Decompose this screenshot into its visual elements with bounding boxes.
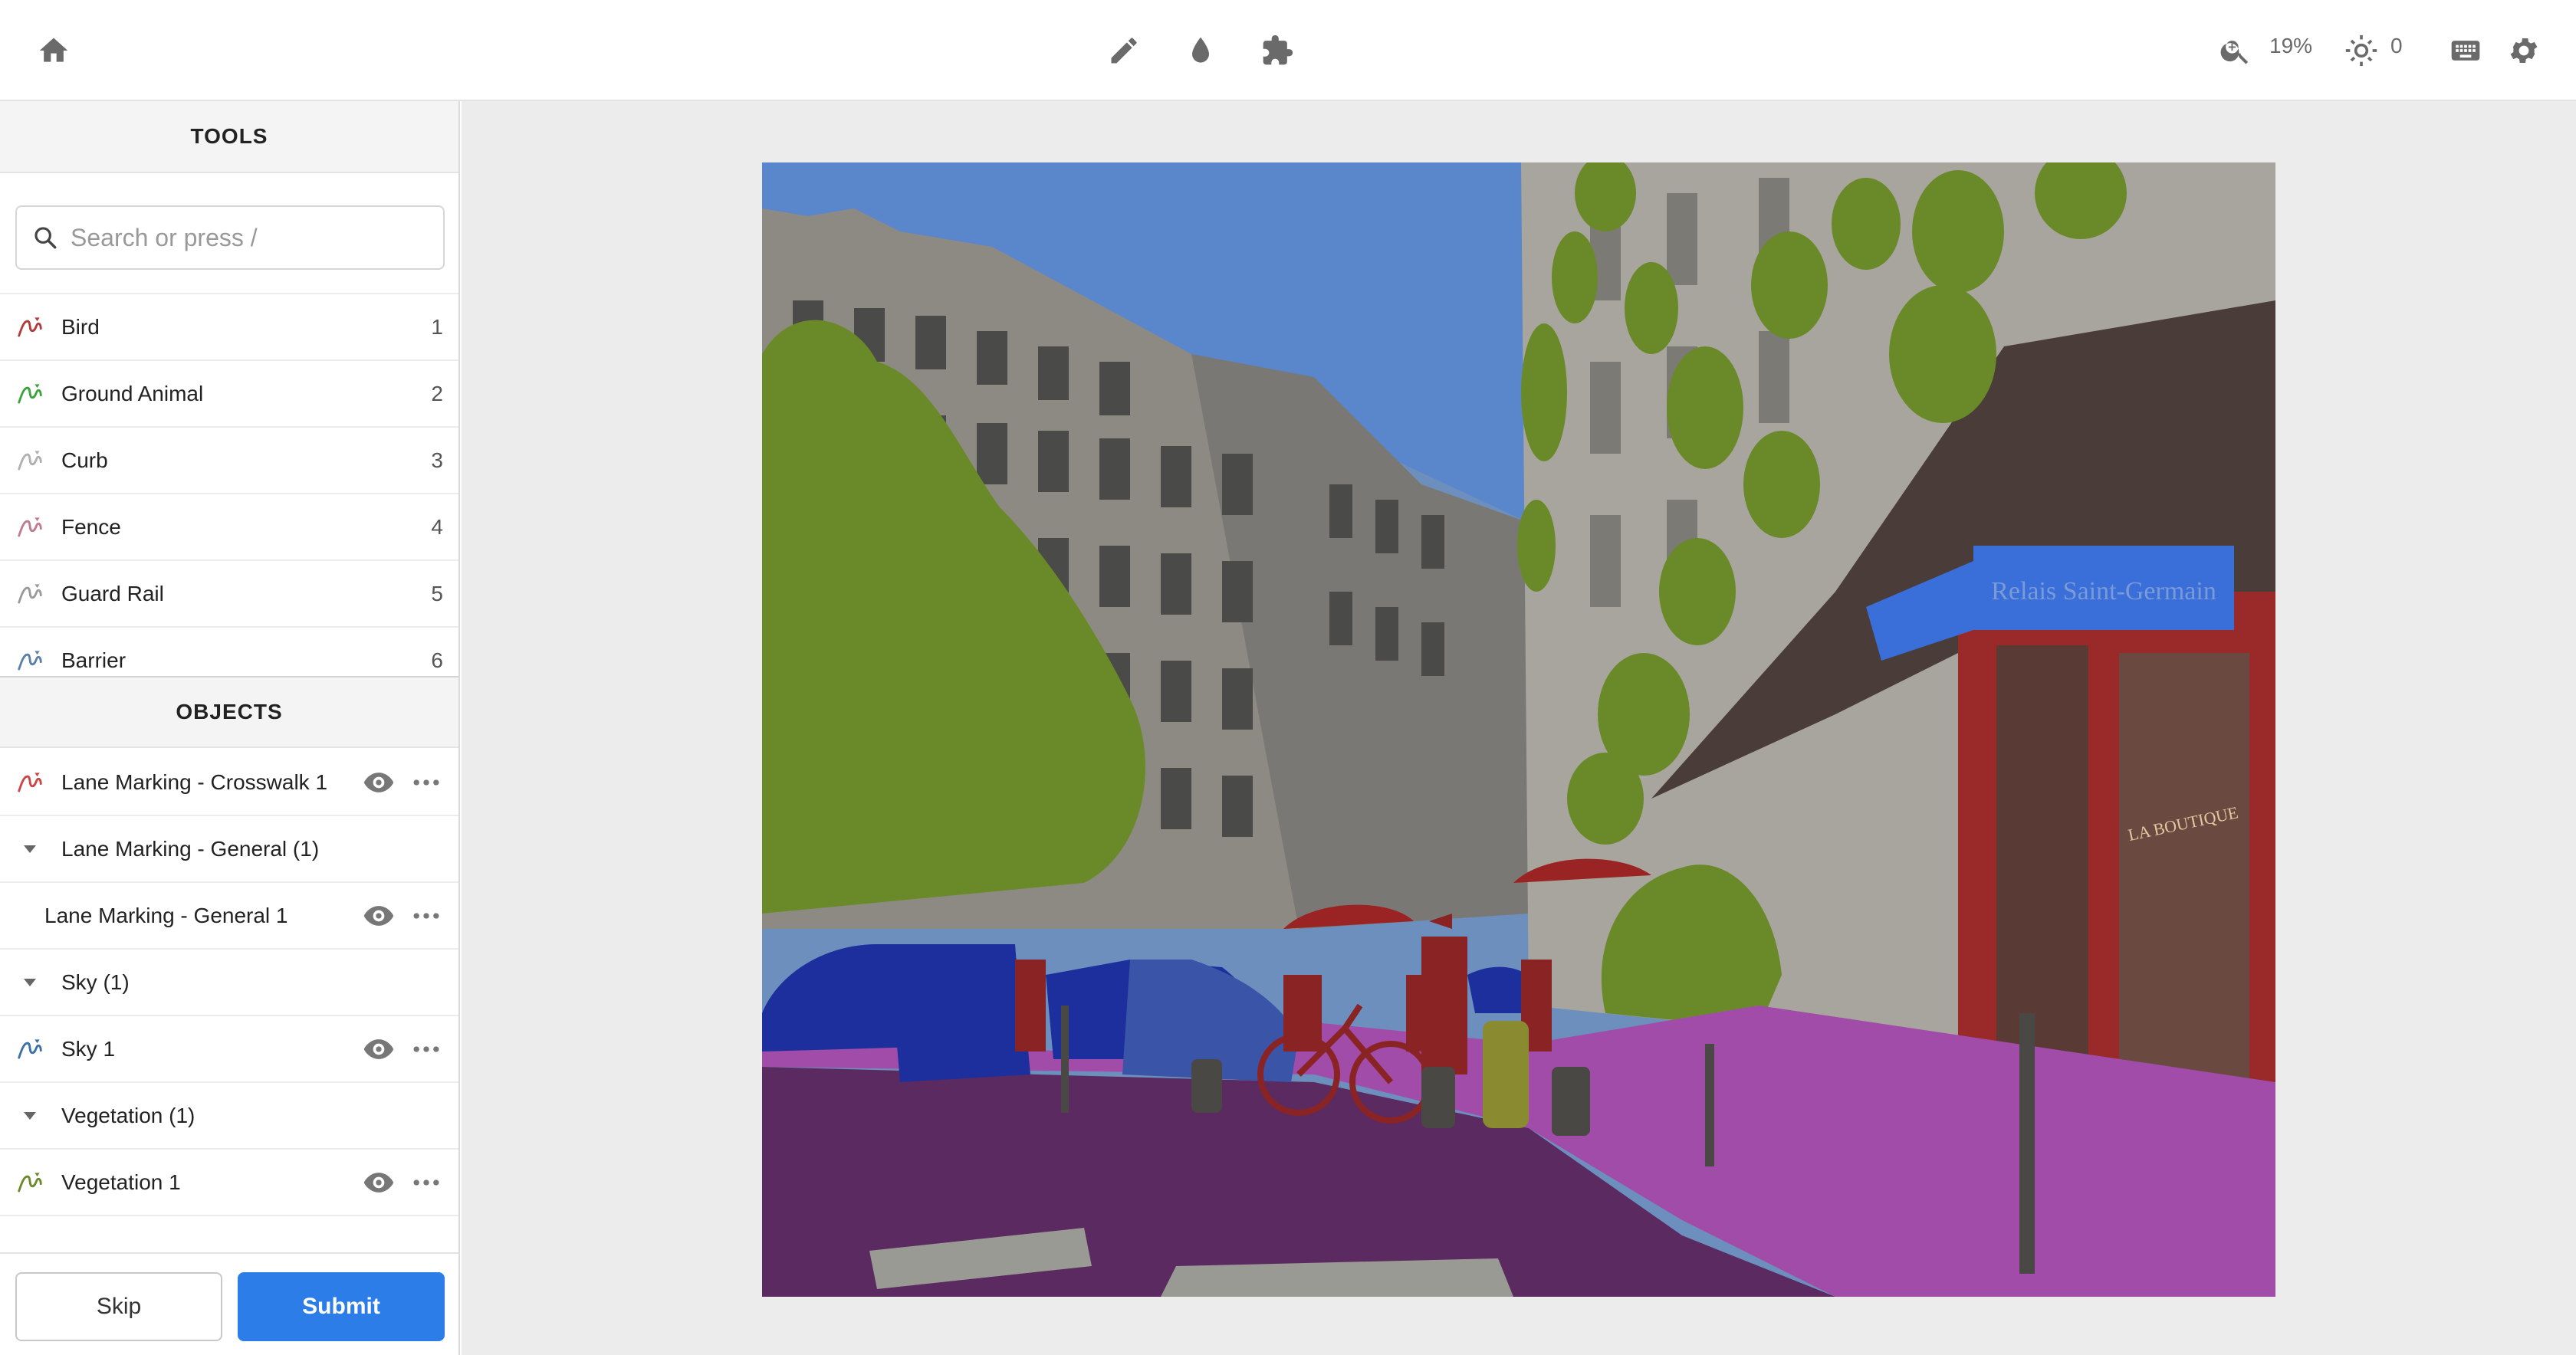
tool-item-bird[interactable]: Bird 1 <box>0 294 458 361</box>
home-button[interactable] <box>26 23 81 78</box>
object-group[interactable]: Sky (1) <box>0 950 458 1016</box>
objects-header: OBJECTS <box>0 676 458 748</box>
object-group-label: Sky (1) <box>61 969 130 994</box>
polygon-pen-icon <box>18 317 42 337</box>
tool-label: Curb <box>61 448 108 472</box>
pen-tool-button[interactable] <box>1096 23 1152 78</box>
polygon-pen-icon <box>18 450 42 471</box>
tool-item-fence[interactable]: Fence 4 <box>0 494 458 561</box>
polygon-pen-icon <box>18 1172 42 1193</box>
tools-header: TOOLS <box>0 101 458 173</box>
object-item[interactable]: Lane Marking - Crosswalk 1 <box>0 750 458 816</box>
object-label: Sky 1 <box>61 1036 116 1061</box>
tool-label: Ground Animal <box>61 381 204 405</box>
tool-item-guard-rail[interactable]: Guard Rail 5 <box>0 561 458 628</box>
search-icon <box>34 227 57 249</box>
keyboard-icon <box>2451 41 2480 61</box>
more-options-icon[interactable] <box>409 1166 443 1199</box>
skip-button[interactable]: Skip <box>15 1272 222 1341</box>
caret-down-icon[interactable] <box>15 968 44 997</box>
object-group[interactable]: Vegetation (1) <box>0 1083 458 1150</box>
eye-icon[interactable] <box>362 766 396 799</box>
keyboard-shortcuts-button[interactable] <box>2438 23 2493 78</box>
tools-list: Bird 1 Ground Animal 2 Curb 3 Fence 4 Gu… <box>0 293 458 674</box>
zoom-level: 19% <box>2269 34 2313 57</box>
object-item[interactable]: Sky 1 <box>0 1016 458 1083</box>
gear-icon <box>2510 38 2538 63</box>
annotation-canvas[interactable]: Relais Saint-Germain LA BOUTIQUE <box>462 101 2576 1355</box>
relais-sign-text: Relais Saint-Germain <box>1991 577 2216 605</box>
eye-icon[interactable] <box>362 899 396 933</box>
settings-button[interactable] <box>2496 23 2551 78</box>
tool-label: Guard Rail <box>61 581 164 605</box>
tool-shortcut: 5 <box>431 581 443 605</box>
top-toolbar: 19% 0 <box>0 0 2576 101</box>
tool-shortcut: 2 <box>431 381 443 405</box>
sun-icon <box>2345 34 2377 67</box>
polygon-pen-icon <box>18 772 42 792</box>
object-item[interactable]: Vegetation 1 <box>0 1150 458 1216</box>
tool-label: Bird <box>61 314 100 339</box>
object-label: Lane Marking - Crosswalk 1 <box>61 769 328 794</box>
tool-search-box[interactable] <box>15 205 445 270</box>
annotated-image[interactable]: Relais Saint-Germain LA BOUTIQUE <box>762 162 2275 1297</box>
polygon-pen-icon <box>18 517 42 537</box>
tool-item-barrier[interactable]: Barrier 6 <box>0 628 458 674</box>
eye-icon[interactable] <box>362 1166 396 1199</box>
more-options-icon[interactable] <box>409 899 443 933</box>
street-scene-image[interactable]: Relais Saint-Germain LA BOUTIQUE <box>762 162 2275 1297</box>
tool-label: Barrier <box>61 648 127 672</box>
object-item[interactable]: Lane Marking - General 1 <box>0 883 458 950</box>
more-options-icon[interactable] <box>409 1032 443 1066</box>
puzzle-icon <box>1263 34 1293 65</box>
polygon-pen-icon <box>18 650 42 671</box>
zoom-button[interactable] <box>2208 23 2263 78</box>
pencil-icon <box>1111 38 1137 64</box>
tool-shortcut: 3 <box>431 448 443 472</box>
tool-shortcut: 4 <box>431 514 443 539</box>
brightness-button[interactable] <box>2334 23 2389 78</box>
action-footer: Skip Submit <box>0 1252 458 1355</box>
more-options-icon[interactable] <box>409 766 443 799</box>
object-group[interactable]: Lane Marking - General (1) <box>0 816 458 883</box>
eye-icon[interactable] <box>362 1032 396 1066</box>
tool-item-curb[interactable]: Curb 3 <box>0 428 458 494</box>
zoom-in-icon <box>2220 41 2249 64</box>
tool-item-ground-animal[interactable]: Ground Animal 2 <box>0 361 458 428</box>
object-group-label: Lane Marking - General (1) <box>61 836 320 861</box>
fill-tool-button[interactable] <box>1173 23 1228 78</box>
tool-label: Fence <box>61 514 121 539</box>
object-label: Lane Marking - General 1 <box>44 903 288 927</box>
polygon-pen-icon <box>18 1038 42 1059</box>
brightness-value: 0 <box>2390 34 2403 57</box>
tool-search-input[interactable] <box>71 223 423 252</box>
drop-icon <box>1192 37 1209 63</box>
caret-down-icon[interactable] <box>15 835 44 864</box>
sidebar: TOOLS Bird 1 Ground Animal 2 Curb 3 Fenc… <box>0 101 460 1355</box>
plugin-tool-button[interactable] <box>1250 23 1305 78</box>
caret-down-icon[interactable] <box>15 1101 44 1130</box>
tool-shortcut: 6 <box>431 648 443 672</box>
polygon-pen-icon <box>18 583 42 604</box>
object-group-label: Vegetation (1) <box>61 1103 196 1127</box>
object-label: Vegetation 1 <box>61 1170 181 1194</box>
tool-shortcut: 1 <box>431 314 443 339</box>
polygon-pen-icon <box>18 383 42 404</box>
home-icon <box>39 38 68 62</box>
submit-button[interactable]: Submit <box>238 1272 445 1341</box>
